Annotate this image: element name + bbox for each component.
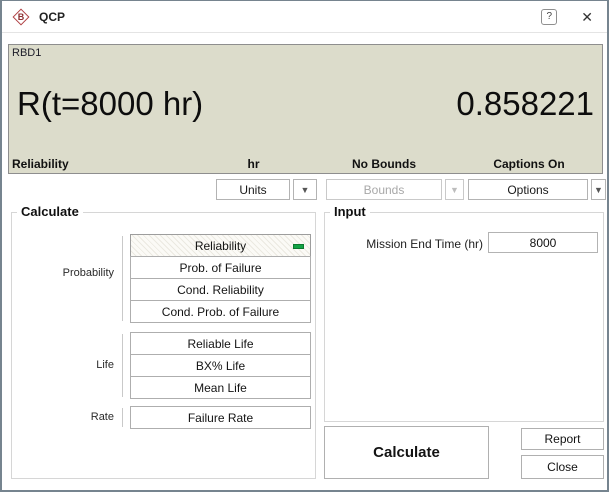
cond-prob-of-failure-button[interactable]: Cond. Prob. of Failure <box>130 300 311 323</box>
life-separator <box>122 334 123 397</box>
report-button[interactable]: Report <box>521 428 604 450</box>
title-bar: B QCP ? ✕ <box>2 1 607 33</box>
rate-separator <box>122 408 123 427</box>
options-caption: Captions On <box>493 157 565 171</box>
calculate-button[interactable]: Calculate <box>324 426 489 479</box>
help-icon: ? <box>546 11 553 22</box>
life-section-label: Life <box>96 359 114 371</box>
mission-end-time-input[interactable] <box>488 232 598 253</box>
rate-section-label: Rate <box>90 411 114 423</box>
input-groupbox: Input Mission End Time (hr) <box>324 204 604 422</box>
input-group-title: Input <box>330 204 370 219</box>
bounds-caption: No Bounds <box>352 157 416 171</box>
bx-life-button[interactable]: BX% Life <box>130 354 311 377</box>
window-title: QCP <box>39 9 66 24</box>
reliability-button-label: Reliability <box>194 238 247 253</box>
bounds-chevron-down-icon: ▼ <box>445 179 464 200</box>
app-diamond-icon: B <box>12 8 30 26</box>
close-icon: ✕ <box>581 8 593 25</box>
mission-end-time-label: Mission End Time (hr) <box>366 237 483 251</box>
probability-separator <box>122 236 123 321</box>
result-expression: R(t=8000 hr) <box>17 85 204 122</box>
units-button[interactable]: Units <box>216 179 290 200</box>
help-button[interactable]: ? <box>541 8 558 25</box>
selected-indicator <box>293 244 304 249</box>
reliable-life-button[interactable]: Reliable Life <box>130 332 311 355</box>
failure-rate-button[interactable]: Failure Rate <box>130 406 311 429</box>
block-name-label: RBD1 <box>12 47 42 59</box>
metric-caption: Reliability <box>12 157 69 171</box>
bounds-button: Bounds <box>326 179 442 200</box>
calculate-groupbox: Calculate Probability Reliability Prob. … <box>11 204 316 479</box>
app-icon-letter: B <box>17 11 25 22</box>
probability-section-label: Probability <box>62 267 114 279</box>
units-caption: hr <box>247 157 260 171</box>
close-button[interactable]: Close <box>521 455 604 479</box>
options-button[interactable]: Options <box>468 179 588 200</box>
cond-reliability-button[interactable]: Cond. Reliability <box>130 278 311 301</box>
window-close-button[interactable]: ✕ <box>581 10 593 24</box>
options-chevron-down-icon[interactable]: ▼ <box>591 179 606 200</box>
units-chevron-down-icon[interactable]: ▼ <box>293 179 317 200</box>
mean-life-button[interactable]: Mean Life <box>130 376 311 399</box>
reliability-button[interactable]: Reliability <box>130 234 311 257</box>
results-panel: RBD1 R(t=8000 hr) 0.858221 Reliability h… <box>8 44 603 174</box>
result-value: 0.858221 <box>456 85 594 122</box>
qcp-window: B QCP ? ✕ RBD1 R(t=8000 hr) 0.858221 Rel… <box>0 0 609 492</box>
calculate-group-title: Calculate <box>17 204 83 219</box>
prob-of-failure-button[interactable]: Prob. of Failure <box>130 256 311 279</box>
